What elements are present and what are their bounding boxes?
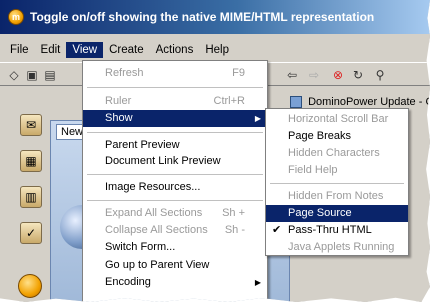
checkmark-icon: ✔ <box>272 224 282 236</box>
view-menu-go-up-parent-view[interactable]: Go up to Parent View <box>83 257 267 274</box>
show-menu-page-source[interactable]: Page Source <box>266 205 408 222</box>
document-tab[interactable]: DominoPower Update - Get <box>290 96 430 109</box>
show-menu-hidden-characters-label: Hidden Characters <box>288 147 380 159</box>
show-menu-field-help-label: Field Help <box>288 164 338 176</box>
menu-file[interactable]: File <box>4 42 35 58</box>
view-menu-switch-form[interactable]: Switch Form... <box>83 239 267 256</box>
todo-icon[interactable]: ✓ <box>20 222 42 244</box>
view-menu-show-label: Show <box>105 112 133 124</box>
show-menu-field-help[interactable]: Field Help <box>266 162 408 179</box>
view-menu-switch-form-label: Switch Form... <box>105 241 176 253</box>
window-title: Toggle on/off showing the native MIME/HT… <box>30 10 375 24</box>
save-icon[interactable]: ▣ <box>24 67 40 83</box>
view-menu-ruler-label: Ruler <box>105 95 132 107</box>
view-menu-show[interactable]: Show ▶ <box>83 110 267 127</box>
search-icon[interactable]: ⚲ <box>372 67 388 83</box>
show-menu-horizontal-scroll-bar[interactable]: Horizontal Scroll Bar <box>266 111 408 128</box>
calendar-icon[interactable]: ▦ <box>20 150 42 172</box>
show-menu-pass-thru-html[interactable]: ✔ Pass-Thru HTML <box>266 222 408 239</box>
back-icon[interactable]: ⇦ <box>284 67 300 83</box>
toolbar-icon[interactable]: ▤ <box>42 67 58 83</box>
refresh-icon[interactable]: ↻ <box>350 67 366 83</box>
show-menu-hidden-from-notes-label: Hidden From Notes <box>288 190 384 202</box>
view-menu-expand-all-sections[interactable]: Expand All Sections Sh + <box>83 205 267 222</box>
title-bar: m Toggle on/off showing the native MIME/… <box>0 0 430 34</box>
view-menu-image-resources[interactable]: Image Resources... <box>83 179 267 196</box>
view-menu-collapse-shortcut: Sh - <box>224 224 245 236</box>
menu-separator <box>87 132 263 133</box>
view-menu-parent-preview-label: Parent Preview <box>105 139 180 151</box>
show-menu-page-breaks-label: Page Breaks <box>288 130 351 142</box>
forward-icon[interactable]: ⇨ <box>306 67 322 83</box>
view-menu-collapse-all-sections-label: Collapse All Sections <box>105 224 208 236</box>
app-icon: m <box>8 9 24 25</box>
view-menu-expand-shortcut: Sh + <box>222 207 245 219</box>
show-submenu: Horizontal Scroll Bar Page Breaks Hidden… <box>265 108 409 256</box>
show-menu-java-applets-running-label: Java Applets Running <box>288 241 395 253</box>
menu-actions[interactable]: Actions <box>150 42 200 58</box>
menu-separator <box>87 174 263 175</box>
show-menu-horizontal-scroll-bar-label: Horizontal Scroll Bar <box>288 113 389 125</box>
bookmark-bar: ✉ ▦ ▥ ✓ <box>20 114 44 258</box>
view-menu-image-resources-label: Image Resources... <box>105 181 201 193</box>
view-menu-go-up-parent-view-label: Go up to Parent View <box>105 259 210 271</box>
submenu-arrow-icon: ▶ <box>254 278 261 287</box>
document-tab-label: DominoPower Update - Get <box>308 96 430 108</box>
menu-view[interactable]: View <box>66 42 104 58</box>
menu-create[interactable]: Create <box>103 42 150 58</box>
document-icon <box>290 96 302 109</box>
address-book-icon[interactable]: ▥ <box>20 186 42 208</box>
view-menu-collapse-all-sections[interactable]: Collapse All Sections Sh - <box>83 222 267 239</box>
view-menu: Refresh F9 Ruler Ctrl+R Show ▶ Parent Pr… <box>82 60 268 302</box>
show-menu-pass-thru-html-label: Pass-Thru HTML <box>288 224 372 236</box>
view-menu-parent-preview[interactable]: Parent Preview <box>83 137 267 154</box>
show-menu-page-source-label: Page Source <box>288 207 352 219</box>
show-menu-java-applets-running[interactable]: Java Applets Running <box>266 239 408 256</box>
show-menu-hidden-characters[interactable]: Hidden Characters <box>266 145 408 162</box>
show-menu-page-breaks[interactable]: Page Breaks <box>266 128 408 145</box>
mail-icon[interactable]: ✉ <box>20 114 42 136</box>
view-menu-refresh[interactable]: Refresh F9 <box>83 65 267 82</box>
menu-separator <box>87 87 263 88</box>
view-menu-encoding-label: Encoding <box>105 276 151 288</box>
submenu-arrow-icon: ▶ <box>254 114 261 123</box>
view-menu-document-link-preview-label: Document Link Preview <box>105 155 221 167</box>
menu-separator <box>270 183 404 184</box>
menu-help[interactable]: Help <box>199 42 235 58</box>
diamond-icon[interactable]: ◇ <box>6 67 22 83</box>
view-menu-refresh-label: Refresh <box>105 67 144 79</box>
menu-separator <box>87 200 263 201</box>
stop-icon[interactable]: ⊗ <box>330 67 346 83</box>
view-menu-ruler-shortcut: Ctrl+R <box>213 95 245 107</box>
view-menu-document-link-preview[interactable]: Document Link Preview <box>83 153 267 170</box>
view-menu-encoding[interactable]: Encoding ▶ <box>83 274 267 291</box>
view-menu-refresh-shortcut: F9 <box>232 67 245 79</box>
menubar: File Edit View Create Actions Help <box>0 41 430 59</box>
replicator-icon[interactable] <box>18 274 42 298</box>
screenshot-frame: m Toggle on/off showing the native MIME/… <box>0 0 430 302</box>
menu-edit[interactable]: Edit <box>35 42 67 58</box>
show-menu-hidden-from-notes[interactable]: Hidden From Notes <box>266 188 408 205</box>
view-menu-ruler[interactable]: Ruler Ctrl+R <box>83 93 267 110</box>
view-menu-expand-all-sections-label: Expand All Sections <box>105 207 203 219</box>
